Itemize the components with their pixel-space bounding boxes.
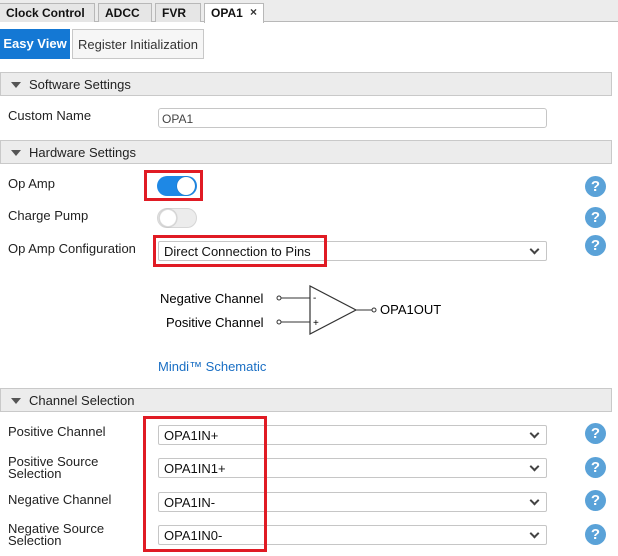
tab-label: Clock Control bbox=[6, 6, 85, 20]
chevron-down-icon bbox=[529, 461, 540, 472]
op-amp-label: Op Amp bbox=[8, 176, 55, 191]
toggle-knob bbox=[159, 209, 177, 227]
section-title: Hardware Settings bbox=[29, 145, 136, 160]
tab-easy-view[interactable]: Easy View bbox=[0, 29, 70, 59]
close-icon[interactable]: × bbox=[250, 5, 257, 19]
help-icon[interactable]: ? bbox=[585, 423, 606, 444]
positive-terminal bbox=[276, 319, 282, 325]
mindi-schematic-link[interactable]: Mindi™ Schematic bbox=[158, 359, 266, 374]
hardware-settings-header[interactable]: Hardware Settings bbox=[0, 140, 612, 164]
custom-name-input[interactable]: OPA1 bbox=[158, 108, 547, 128]
positive-channel-label: Positive Channel bbox=[8, 424, 106, 439]
output-terminal bbox=[371, 307, 377, 313]
negative-source-selection-label: Negative Source Selection bbox=[8, 522, 104, 548]
help-icon[interactable]: ? bbox=[585, 176, 606, 197]
help-icon[interactable]: ? bbox=[585, 207, 606, 228]
charge-pump-toggle[interactable] bbox=[157, 208, 197, 228]
tab-clock-control[interactable]: Clock Control bbox=[0, 3, 95, 22]
tab-fvr[interactable]: FVR bbox=[155, 3, 201, 22]
chevron-down-icon bbox=[529, 428, 540, 439]
negative-channel-label: Negative Channel bbox=[8, 492, 112, 507]
chevron-down-icon bbox=[529, 244, 540, 255]
chevron-down-icon bbox=[529, 528, 540, 539]
op-amp-configuration-label: Op Amp Configuration bbox=[8, 241, 136, 256]
tab-adcc[interactable]: ADCC bbox=[98, 3, 152, 22]
tab-register-initialization[interactable]: Register Initialization bbox=[72, 29, 204, 59]
help-icon[interactable]: ? bbox=[585, 235, 606, 256]
tab-label: ADCC bbox=[105, 6, 140, 20]
highlight-box bbox=[153, 235, 327, 267]
highlight-box bbox=[143, 416, 267, 552]
collapse-caret-icon bbox=[11, 150, 21, 156]
minus-sign: - bbox=[313, 293, 316, 304]
output-diagram-label: OPA1OUT bbox=[380, 302, 441, 317]
toggle-knob bbox=[177, 177, 195, 195]
help-icon[interactable]: ? bbox=[585, 490, 606, 511]
custom-name-label: Custom Name bbox=[8, 108, 92, 123]
op-amp-diagram: Negative Channel Positive Channel - + OP… bbox=[160, 285, 441, 335]
op-amp-toggle[interactable] bbox=[157, 176, 197, 196]
collapse-caret-icon bbox=[11, 82, 21, 88]
software-settings-header[interactable]: Software Settings bbox=[0, 72, 612, 96]
plus-sign: + bbox=[313, 318, 319, 329]
channel-selection-header[interactable]: Channel Selection bbox=[0, 388, 612, 412]
help-icon[interactable]: ? bbox=[585, 457, 606, 478]
tab-label: FVR bbox=[162, 6, 186, 20]
label-line: Selection bbox=[8, 466, 62, 481]
chevron-down-icon bbox=[529, 495, 540, 506]
document-tab-bar: Clock Control ADCC FVR OPA1 × bbox=[0, 0, 618, 23]
positive-source-selection-label: Positive Source Selection bbox=[8, 455, 98, 481]
collapse-caret-icon bbox=[11, 398, 21, 404]
charge-pump-label: Charge Pump bbox=[8, 208, 89, 223]
negative-channel-diagram-label: Negative Channel bbox=[160, 291, 263, 306]
negative-terminal bbox=[276, 295, 282, 301]
positive-channel-diagram-label: Positive Channel bbox=[166, 315, 264, 330]
label-line: Selection bbox=[8, 533, 62, 548]
help-icon[interactable]: ? bbox=[585, 524, 606, 545]
section-title: Channel Selection bbox=[29, 393, 135, 408]
tab-label: OPA1 bbox=[211, 6, 243, 20]
section-title: Software Settings bbox=[29, 77, 131, 92]
tab-opa1[interactable]: OPA1 × bbox=[204, 3, 264, 23]
